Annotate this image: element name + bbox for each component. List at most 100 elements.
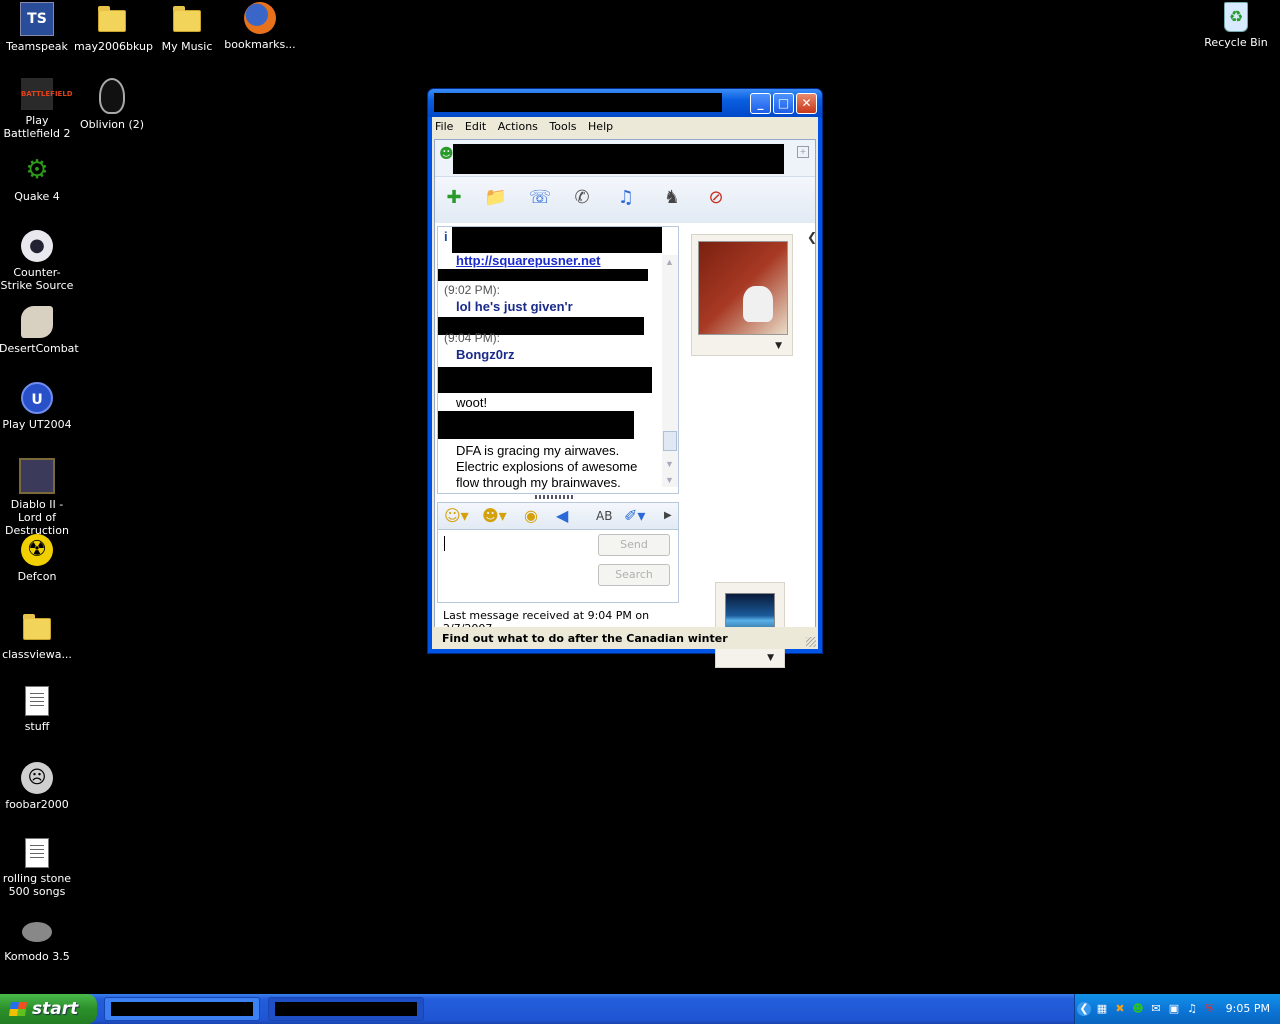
desktop-icon-recycle-bin[interactable]: ♻ Recycle Bin <box>1198 2 1274 49</box>
contact-display-picture[interactable]: ▼ <box>691 234 793 356</box>
scroll-end-icon[interactable]: ▼ <box>665 475 674 485</box>
desktop-icon-counter-strike[interactable]: ● Counter-Strike Source <box>0 230 75 292</box>
scroll-up-icon[interactable]: ▲ <box>665 257 674 267</box>
nudge-icon[interactable]: ◉ <box>524 507 538 525</box>
action-toolbar: ✚ 📁 ☏ ✆ ♫ ♞ ⊘ <box>435 177 815 223</box>
block-contact-icon[interactable]: ⊘ <box>703 185 729 211</box>
firefox-icon <box>244 2 276 34</box>
messenger-window: _ □ ✕ File Edit Actions Tools Help ☻ + ✚… <box>427 88 823 668</box>
ad-banner[interactable]: Find out what to do after the Canadian w… <box>432 627 818 649</box>
redacted-text <box>438 269 648 281</box>
text-caret <box>444 536 445 551</box>
maximize-button[interactable]: □ <box>773 93 794 114</box>
minimize-button[interactable]: _ <box>750 93 771 114</box>
expand-header-icon[interactable]: + <box>797 146 809 158</box>
message-link[interactable]: http://squarepusner.net <box>456 253 600 268</box>
my-display-picture[interactable]: ▼ <box>715 582 785 668</box>
desktop-icon-classviewa[interactable]: classviewa... <box>0 610 75 661</box>
desktop-icon-may2006bkup[interactable]: may2006bkup <box>74 2 153 53</box>
chevron-down-icon[interactable]: ▼ <box>767 653 774 663</box>
menu-actions[interactable]: Actions <box>495 117 543 133</box>
scroll-thumb[interactable] <box>663 431 677 451</box>
desktop-icon-defcon[interactable]: ☢ Defcon <box>0 534 75 583</box>
taskbar-item[interactable] <box>104 997 260 1021</box>
chevron-down-icon[interactable]: ▼ <box>775 341 782 351</box>
volume-icon[interactable]: ♫ <box>1185 1002 1199 1016</box>
antivirus-icon[interactable]: ⛨ <box>1203 1002 1217 1016</box>
network-icon[interactable]: ▦ <box>1095 1002 1109 1016</box>
send-files-icon[interactable]: 📁 <box>483 185 509 211</box>
start-button[interactable]: start <box>0 994 97 1024</box>
desktop-icon-teamspeak[interactable]: TS Teamspeak <box>0 2 75 53</box>
desertcombat-icon <box>21 306 53 338</box>
activities-icon[interactable]: ♫ <box>613 185 639 211</box>
webcam-icon[interactable]: ☏ <box>527 185 553 211</box>
more-options-icon[interactable]: ▶ <box>664 507 672 525</box>
voice-clip-icon[interactable]: ◀ <box>556 507 568 525</box>
desktop-icon-bookmarks[interactable]: bookmarks... <box>222 2 298 51</box>
desktop-icon-desertcombat[interactable]: DesertCombat <box>0 306 79 355</box>
folder-icon <box>23 614 51 640</box>
redacted-text <box>438 411 634 439</box>
redacted-contact-name <box>453 144 784 174</box>
menu-help[interactable]: Help <box>585 117 618 133</box>
contact-header: ☻ + <box>435 140 815 177</box>
contact-avatar <box>698 241 788 335</box>
wink-icon[interactable]: ☻▾ <box>482 507 507 525</box>
messenger-tray-icon[interactable]: ☻ <box>1131 1002 1145 1016</box>
security-icon[interactable]: ✖ <box>1113 1002 1127 1016</box>
menu-bar: File Edit Actions Tools Help <box>432 117 818 137</box>
message-input[interactable]: Send Search <box>437 529 679 603</box>
window-titlebar[interactable]: _ □ ✕ <box>428 89 822 117</box>
system-tray: ❮ ▦ ✖ ☻ ✉ ▣ ♫ ⛨ 9:05 PM <box>1074 994 1280 1024</box>
desktop-icon-ut2004[interactable]: U Play UT2004 <box>0 382 75 431</box>
emoticon-icon[interactable]: ☺▾ <box>444 507 469 525</box>
redacted-window-title <box>434 93 722 112</box>
folder-icon <box>98 6 126 32</box>
show-hidden-icons-icon[interactable]: ❮ <box>1077 1002 1091 1016</box>
quake-icon: ⚙ <box>25 155 49 185</box>
menu-file[interactable]: File <box>432 117 458 133</box>
status-bar: Last message received at 9:04 PM on 2/7/… <box>443 609 650 635</box>
clock[interactable]: 9:05 PM <box>1226 1002 1270 1015</box>
foobar-icon: ☹ <box>21 762 53 794</box>
counter-strike-icon: ● <box>21 230 53 262</box>
taskbar-item-active[interactable] <box>268 997 424 1021</box>
conversation-scrollbar[interactable]: ▲ ▼ ▼ <box>662 255 678 487</box>
document-icon <box>25 686 49 716</box>
mail-icon[interactable]: ✉ <box>1149 1002 1163 1016</box>
games-icon[interactable]: ♞ <box>659 185 685 211</box>
font-icon[interactable]: AB <box>596 507 612 525</box>
ut2004-icon: U <box>21 382 53 414</box>
desktop-icon-rolling-stone[interactable]: rolling stone 500 songs <box>0 838 75 898</box>
desktop-icon-stuff[interactable]: stuff <box>0 686 75 733</box>
background-icon[interactable]: ✐▾ <box>624 507 645 525</box>
send-button[interactable]: Send <box>598 534 670 556</box>
conversation-history: i http://squarepusner.net (9:02 PM): lol… <box>437 226 679 494</box>
message-text: Electric explosions of awesome <box>456 459 638 474</box>
invite-contact-icon[interactable]: ✚ <box>441 185 467 211</box>
desktop-icon-komodo[interactable]: Komodo 3.5 <box>0 914 75 963</box>
desktop-icon-quake4[interactable]: ⚙ Quake 4 <box>0 154 75 203</box>
windows-logo-icon <box>9 1002 27 1016</box>
message-time: (9:04 PM): <box>444 331 501 345</box>
redacted-task-title <box>275 1002 417 1016</box>
desktop-icon-oblivion[interactable]: Oblivion (2) <box>74 78 150 131</box>
scroll-down-icon[interactable]: ▼ <box>665 459 674 469</box>
message-text: flow through my brainwaves. <box>456 475 621 490</box>
desktop-icon-foobar2000[interactable]: ☹ foobar2000 <box>0 762 75 811</box>
desktop-icon-battlefield2[interactable]: BATTLEFIELD Play Battlefield 2 <box>0 78 75 140</box>
call-icon[interactable]: ✆ <box>569 185 595 211</box>
close-button[interactable]: ✕ <box>796 93 817 114</box>
search-button[interactable]: Search <box>598 564 670 586</box>
collapse-sidebar-icon[interactable]: ❮ <box>807 230 817 244</box>
menu-edit[interactable]: Edit <box>462 117 491 133</box>
desktop-icon-my-music[interactable]: My Music <box>149 2 225 53</box>
monitor-icon[interactable]: ▣ <box>1167 1002 1181 1016</box>
menu-tools[interactable]: Tools <box>546 117 581 133</box>
window-client: File Edit Actions Tools Help ☻ + ✚ 📁 ☏ ✆… <box>432 117 818 668</box>
message-sender: Bongz0rz <box>456 347 515 362</box>
resize-grip[interactable] <box>806 637 816 647</box>
desktop-icon-diablo2[interactable]: Diablo II - Lord of Destruction <box>0 458 75 537</box>
pane-splitter[interactable] <box>535 495 575 499</box>
